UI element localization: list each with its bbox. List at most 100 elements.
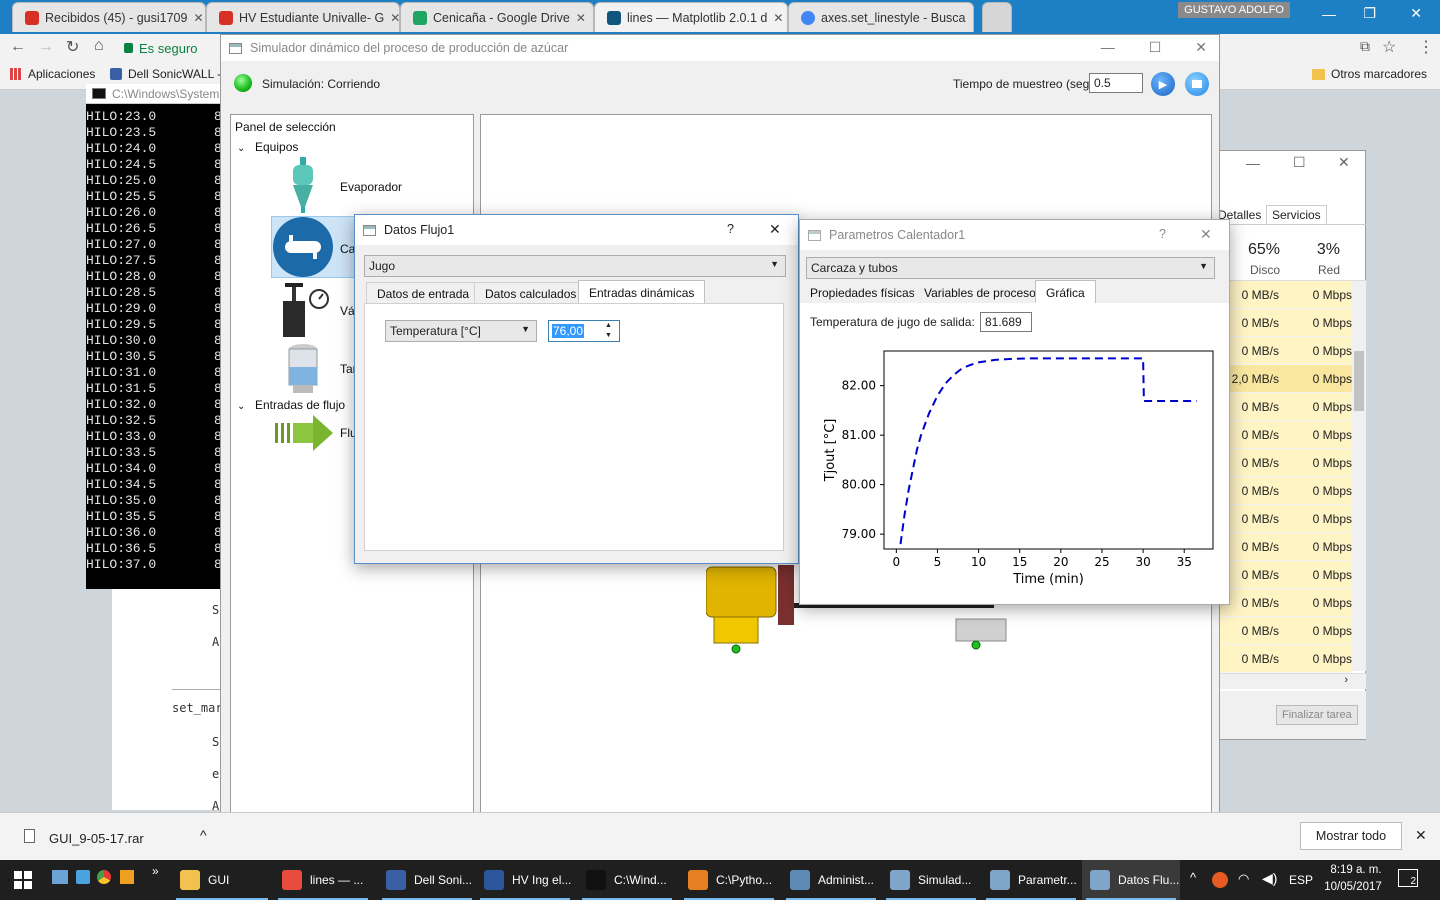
close-icon[interactable]: ✕ [773, 11, 783, 25]
close-icon[interactable]: ✕ [193, 11, 203, 25]
close-icon[interactable]: ✕ [1415, 827, 1427, 844]
overflow-icon[interactable]: » [152, 864, 159, 878]
wifi-icon[interactable]: ◠ [1238, 871, 1249, 887]
tree-item-evaporador[interactable]: Evaporador [340, 180, 402, 194]
spinbox-value[interactable]: 76,00 [552, 324, 585, 338]
table-row[interactable]: 0 MB/s 0 Mbps [1216, 337, 1352, 365]
taskbar-item[interactable]: Dell Soni... [378, 860, 476, 900]
table-row[interactable]: 0 MB/s 0 Mbps [1216, 561, 1352, 589]
taskbar-item[interactable]: GUI [172, 860, 272, 900]
tab-variables[interactable]: Variables de proceso [914, 282, 1046, 304]
datos-flujo-dialog[interactable]: Datos Flujo1 ? ✕ Jugo ▼ Datos de entrada … [354, 214, 799, 564]
tab-propiedades[interactable]: Propiedades físicas [800, 282, 925, 304]
maximize-icon[interactable]: ☐ [1293, 154, 1306, 171]
table-row[interactable]: 0 MB/s 0 Mbps [1216, 505, 1352, 533]
translate-icon[interactable]: ⧉ [1360, 38, 1370, 55]
stream-combo[interactable]: Jugo ▼ [364, 255, 786, 277]
taskbar-item[interactable]: Parametr... [982, 860, 1080, 900]
star-icon[interactable]: ☆ [1382, 37, 1396, 57]
minimize-icon[interactable]: — [1101, 39, 1115, 56]
simulator-titlebar[interactable]: Simulador dinámico del proceso de produc… [221, 35, 1219, 61]
parametros-calentador-dialog[interactable]: Parametros Calentador1 ? ✕ Carcaza y tub… [799, 219, 1230, 605]
download-file[interactable]: GUI_9-05-17.rar [49, 831, 144, 846]
forward-icon[interactable]: → [38, 38, 54, 56]
start-button[interactable] [14, 871, 32, 889]
taskbar-item[interactable]: Datos Flu... [1082, 860, 1180, 900]
task-manager-window[interactable]: — ☐ ✕ Detalles Servicios 65% Disco 3% Re… [1215, 150, 1366, 740]
close-icon[interactable]: ✕ [769, 221, 781, 238]
chevron-up-icon[interactable]: ^ [200, 827, 207, 843]
stop-button[interactable] [1185, 72, 1209, 96]
new-tab-button[interactable] [982, 2, 1012, 32]
scrollbar[interactable] [1352, 281, 1366, 671]
chevron-up-icon[interactable]: ^ [1190, 870, 1196, 885]
help-button[interactable]: ? [727, 222, 734, 236]
heat-exchanger-icon[interactable] [273, 217, 333, 277]
volume-icon[interactable]: ◀) [1262, 870, 1277, 887]
table-row[interactable]: 0 MB/s 0 Mbps [1216, 393, 1352, 421]
outlet-temp-value[interactable]: 81.689 [980, 312, 1032, 332]
table-row[interactable]: 0 MB/s 0 Mbps [1216, 533, 1352, 561]
table-row[interactable]: 0 MB/s 0 Mbps [1216, 477, 1352, 505]
table-row[interactable]: 0 MB/s 0 Mbps [1216, 281, 1352, 309]
bookmark-apps[interactable]: Aplicaciones [10, 67, 95, 81]
help-button[interactable]: ? [1159, 227, 1166, 241]
type-combo[interactable]: Carcaza y tubos ▼ [806, 257, 1215, 279]
bookmark-other[interactable]: Otros marcadores [1312, 67, 1427, 81]
language-indicator[interactable]: ESP [1289, 873, 1313, 887]
h-scrollbar[interactable]: › [1216, 673, 1366, 689]
tree-node-equipos[interactable]: ⌄ Equipos [237, 140, 298, 154]
taskbar-item[interactable]: HV Ing el... [476, 860, 574, 900]
table-row[interactable]: 0 MB/s 0 Mbps [1216, 449, 1352, 477]
table-row[interactable]: 0 MB/s 0 Mbps [1216, 421, 1352, 449]
browser-tab[interactable]: HV Estudiante Univalle- G ✕ [206, 2, 400, 32]
chrome-icon[interactable] [97, 870, 111, 884]
minimize-icon[interactable]: — [1246, 155, 1260, 171]
clock-date[interactable]: 10/05/2017 [1320, 881, 1386, 893]
close-icon[interactable]: ✕ [972, 11, 973, 25]
desktop-icon[interactable] [52, 870, 68, 884]
taskbar-item[interactable]: lines — ... [274, 860, 372, 900]
home-icon[interactable]: ⌂ [94, 37, 104, 55]
tab-datos-calculados[interactable]: Datos calculados [474, 282, 588, 304]
browser-tab[interactable]: Cenicaña - Google Drive ✕ [400, 2, 594, 32]
table-row[interactable]: 0 MB/s 0 Mbps [1216, 589, 1352, 617]
flow-arrow-icon[interactable] [273, 413, 335, 453]
value-spinbox[interactable]: 76,00 ▲ ▼ [548, 320, 620, 342]
clock-time[interactable]: 8:19 a. m. [1325, 864, 1387, 876]
maximize-icon[interactable]: ☐ [1149, 39, 1162, 56]
console-window[interactable]: C:\Windows\System HILO:23.0 8 HILO:23.5 8 HI… [86, 84, 222, 589]
close-icon[interactable]: ✕ [1410, 5, 1422, 22]
notification-icon[interactable]: 2 [1398, 869, 1418, 887]
tab-entradas-dinamicas[interactable]: Entradas dinámicas [578, 280, 706, 304]
taskbar-item[interactable]: Simulad... [882, 860, 980, 900]
evaporator-icon[interactable] [283, 157, 323, 213]
browser-tab[interactable]: axes.set_linestyle - Busca✕ [788, 2, 974, 32]
tab-servicios[interactable]: Servicios [1266, 205, 1327, 224]
taskbar-item[interactable]: C:\Wind... [578, 860, 676, 900]
reload-icon[interactable]: ↻ [66, 37, 79, 57]
close-icon[interactable]: ✕ [1338, 154, 1350, 171]
profile-badge[interactable]: GUSTAVO ADOLFO [1178, 2, 1290, 18]
console-titlebar[interactable]: C:\Windows\System [86, 84, 220, 104]
close-icon[interactable]: ✕ [1200, 226, 1212, 243]
table-row[interactable]: 0 MB/s 0 Mbps [1216, 617, 1352, 645]
end-task-button[interactable]: Finalizar tarea [1276, 705, 1358, 725]
avast-icon[interactable] [1212, 872, 1228, 888]
app-icon[interactable] [120, 870, 134, 884]
taskbar-item[interactable]: Administ... [782, 860, 880, 900]
table-row[interactable]: 0 MB/s 0 Mbps [1216, 645, 1352, 673]
restore-icon[interactable]: ❐ [1363, 5, 1376, 22]
tree-node-entradas[interactable]: ⌄ Entradas de flujo [237, 398, 345, 412]
menu-icon[interactable]: ⋮ [1418, 37, 1434, 57]
bookmark-sonicwall[interactable]: Dell SonicWALL - [110, 67, 221, 81]
dialog-titlebar[interactable]: Parametros Calentador1 ? ✕ [800, 220, 1229, 250]
browser-tab-active[interactable]: lines — Matplotlib 2.0.1 d ✕ [594, 2, 788, 32]
sample-time-input[interactable]: 0.5 [1089, 73, 1143, 93]
close-icon[interactable]: ✕ [1195, 39, 1207, 56]
valve-icon[interactable] [277, 283, 331, 339]
secure-indicator[interactable]: Es seguro [124, 37, 198, 59]
show-all-button[interactable]: Mostrar todo [1300, 822, 1402, 850]
spin-arrows-icon[interactable]: ▲ ▼ [605, 321, 612, 341]
dialog-titlebar[interactable]: Datos Flujo1 ? ✕ [355, 215, 798, 245]
